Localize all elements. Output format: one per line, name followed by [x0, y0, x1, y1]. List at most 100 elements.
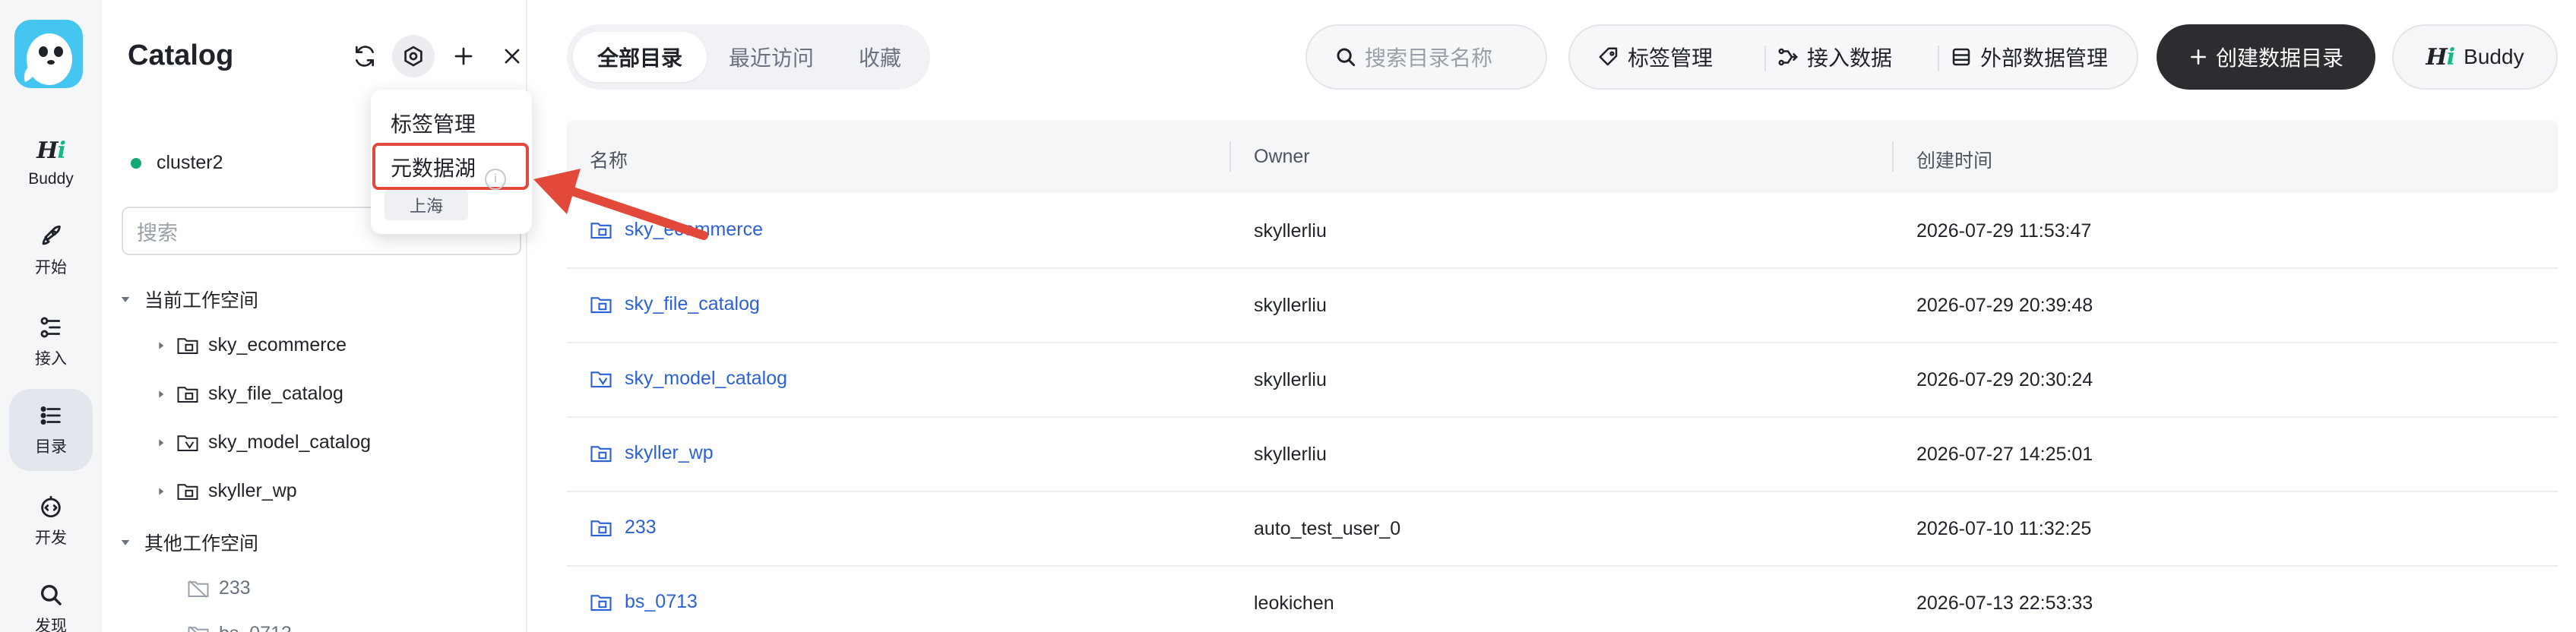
- cluster-selector[interactable]: cluster2: [131, 152, 223, 174]
- owner-cell: auto_test_user_0: [1254, 518, 1401, 539]
- created-time-cell: 2026-07-29 11:53:47: [1916, 220, 2092, 242]
- tab-favorites[interactable]: 收藏: [836, 32, 924, 82]
- table-row[interactable]: sky_model_catalog skyllerliu 2026-07-29 20…: [567, 343, 2558, 418]
- created-time-cell: 2026-07-29 20:39:48: [1916, 295, 2093, 316]
- tree-item-label: sky_ecommerce: [208, 334, 347, 356]
- tab-all-catalogs[interactable]: 全部目录: [573, 32, 707, 82]
- tree-section-label: 其他工作空间: [144, 533, 259, 555]
- cluster-name: cluster2: [157, 152, 223, 173]
- catalog-name-link[interactable]: skyller_wp: [590, 442, 714, 464]
- catalog-name-link[interactable]: sky_ecommerce: [590, 219, 763, 241]
- table-row[interactable]: sky_ecommerce skyllerliu 2026-07-29 11:53:…: [567, 194, 2558, 269]
- created-time-cell: 2026-07-10 11:32:25: [1916, 518, 2092, 539]
- region-tooltip: 上海: [385, 190, 468, 220]
- owner-cell: skyllerliu: [1254, 295, 1327, 316]
- rail-item-label: 开始: [35, 259, 67, 276]
- settings-popup-menu: 标签管理 元数据湖 上海 i: [371, 90, 532, 234]
- caret-right-icon: [159, 438, 164, 447]
- model-folder-icon: [590, 371, 612, 387]
- created-time-cell: 2026-07-29 20:30:24: [1916, 369, 2093, 390]
- plus-icon: [454, 47, 473, 65]
- catalog-name: bs_0713: [625, 591, 698, 612]
- caret-down-icon: [121, 297, 130, 302]
- rail-item-catalog[interactable]: 目录: [9, 389, 93, 471]
- tab-recent[interactable]: 最近访问: [708, 32, 834, 82]
- settings-button[interactable]: [392, 35, 435, 77]
- tree-section-current-workspace[interactable]: 当前工作空间: [119, 286, 258, 313]
- rocket-icon: [42, 225, 61, 245]
- status-dot: [131, 157, 141, 169]
- rail-item-label: Buddy: [28, 169, 74, 188]
- buddy-button[interactable]: Hi Buddy: [2392, 24, 2558, 90]
- tree-item-233[interactable]: 233: [187, 577, 251, 599]
- table-row[interactable]: sky_file_catalog skyllerliu 2026-07-29 20:…: [567, 269, 2558, 343]
- tree-item-label: sky_file_catalog: [208, 383, 343, 404]
- tag-management-button[interactable]: 标签管理: [1597, 26, 1713, 88]
- search-placeholder: 搜索: [137, 221, 178, 245]
- catalog-name: skyller_wp: [625, 442, 714, 463]
- tree-item-label: 233: [219, 577, 251, 599]
- refresh-button[interactable]: [343, 35, 386, 77]
- catalog-name: sky_model_catalog: [625, 368, 788, 389]
- catalog-name: sky_ecommerce: [625, 219, 763, 240]
- rail-item-discover[interactable]: 发现: [9, 568, 93, 632]
- catalog-folder-icon: [177, 386, 198, 403]
- tree-item-label: sky_model_catalog: [208, 431, 372, 453]
- catalog-name: 233: [625, 517, 657, 538]
- search-icon: [1337, 48, 1356, 67]
- catalog-icon: [40, 406, 61, 425]
- caret-down-icon: [121, 540, 130, 545]
- search-placeholder: 搜索目录名称: [1365, 46, 1493, 70]
- table-row[interactable]: skyller_wp skyllerliu 2026-07-27 14:25:01: [567, 418, 2558, 492]
- rail-item-label: 目录: [35, 438, 67, 456]
- owner-cell: skyllerliu: [1254, 369, 1327, 390]
- action-button-group: 标签管理 接入数据 外部数据管理: [1568, 24, 2138, 90]
- rail-item-start[interactable]: 开始: [9, 210, 93, 292]
- tree-item-sky-file-catalog[interactable]: sky_file_catalog: [155, 383, 343, 405]
- catalog-folder-disabled-icon: [188, 580, 209, 598]
- rail-item-label: 开发: [35, 529, 67, 547]
- tag-icon: [1599, 47, 1618, 66]
- divider: [1764, 46, 1766, 71]
- catalog-title: Catalog: [128, 40, 234, 71]
- table-header: 名称 Owner 创建时间: [567, 120, 2558, 193]
- menu-item-tag-management[interactable]: 标签管理: [391, 108, 476, 138]
- ingest-data-button[interactable]: 接入数据: [1777, 26, 1892, 88]
- owner-cell: skyllerliu: [1254, 444, 1327, 465]
- close-button[interactable]: [491, 35, 533, 77]
- button-label: 外部数据管理: [1980, 46, 2109, 70]
- catalog-name-link[interactable]: sky_model_catalog: [590, 368, 787, 390]
- button-label: Buddy: [2464, 45, 2524, 68]
- catalog-name-link[interactable]: 233: [590, 517, 657, 539]
- table-row[interactable]: 233 auto_test_user_0 2026-07-10 11:32:25: [567, 492, 2558, 567]
- tree-item-sky-ecommerce[interactable]: sky_ecommerce: [155, 334, 347, 356]
- column-header-created[interactable]: 创建时间: [1916, 146, 1992, 173]
- tab-bar: 全部目录 最近访问 收藏: [567, 24, 930, 90]
- catalog-name-link[interactable]: sky_file_catalog: [590, 293, 760, 315]
- button-label: 标签管理: [1628, 46, 1714, 70]
- table-row[interactable]: bs_0713 leokichen 2026-07-13 22:53:33: [567, 567, 2558, 632]
- catalog-name-link[interactable]: bs_0713: [590, 591, 698, 613]
- rail-item-buddy[interactable]: Hi Buddy: [9, 122, 93, 204]
- column-header-name[interactable]: 名称: [590, 146, 628, 173]
- tree-item-label: skyller_wp: [208, 480, 297, 501]
- hi-icon: Hi: [2426, 43, 2455, 71]
- button-label: 接入数据: [1807, 46, 1893, 70]
- tree-item-sky-model-catalog[interactable]: sky_model_catalog: [155, 431, 371, 453]
- rail-item-ingest[interactable]: 接入: [9, 301, 93, 383]
- catalog-folder-icon: [590, 594, 612, 611]
- info-icon: i: [485, 169, 506, 190]
- app-logo[interactable]: [14, 20, 83, 88]
- tree-item-bs-0713[interactable]: bs_0713: [187, 623, 292, 632]
- add-button[interactable]: [442, 35, 485, 77]
- column-header-owner[interactable]: Owner: [1254, 146, 1310, 168]
- menu-item-metadata-lake[interactable]: 元数据湖: [391, 152, 476, 182]
- rail-item-label: 接入: [35, 350, 67, 368]
- create-catalog-button[interactable]: 创建数据目录: [2157, 24, 2375, 90]
- search-icon: [40, 584, 62, 605]
- rail-item-develop[interactable]: 开发: [9, 480, 93, 562]
- tree-item-skyller-wp[interactable]: skyller_wp: [155, 480, 297, 502]
- tree-section-other-workspace[interactable]: 其他工作空间: [119, 529, 258, 556]
- catalog-name-search-input[interactable]: 搜索目录名称: [1305, 24, 1547, 90]
- external-data-management-button[interactable]: 外部数据管理: [1950, 26, 2108, 88]
